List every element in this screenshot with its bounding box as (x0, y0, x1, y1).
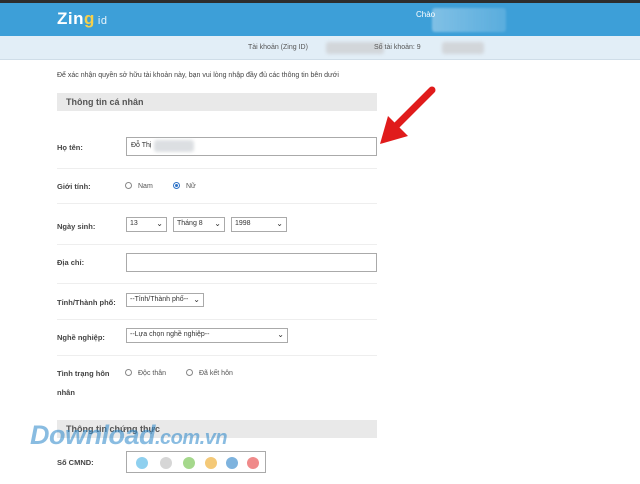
fullname-label: Họ tên: (57, 143, 83, 152)
job-select[interactable]: --Lựa chọn nghề nghiệp-- ⌄ (126, 328, 288, 343)
radio-icon (125, 369, 132, 376)
province-label: Tỉnh/Thành phố: (57, 298, 116, 307)
blurred-account-number (442, 42, 484, 54)
window-edge (0, 0, 640, 3)
job-label: Nghề nghiệp: (57, 333, 105, 342)
logo-id: id (97, 15, 108, 27)
birthday-year-value: 1998 (235, 220, 251, 227)
color-dot (183, 457, 195, 469)
red-arrow-icon (380, 86, 436, 144)
row-divider (57, 203, 377, 204)
zing-id-logo[interactable]: Zing id (57, 9, 107, 29)
row-divider (57, 355, 377, 356)
marital-option-married[interactable]: Đã kết hôn (186, 369, 233, 377)
birthday-label: Ngày sinh: (57, 222, 96, 231)
chevron-down-icon: ⌄ (276, 219, 283, 228)
top-bar: Zing id Chào (0, 0, 640, 36)
fullname-value: Đỗ Thị (131, 142, 152, 149)
marital-label-line1: Tình trạng hôn (57, 369, 110, 378)
section-personal-info: Thông tin cá nhân (57, 93, 377, 111)
color-dot (205, 457, 217, 469)
logo-text: Zin (57, 9, 84, 28)
account-info-bar: Tài khoản (Zing ID) Số tài khoản: 9 (0, 36, 640, 60)
address-label: Địa chỉ: (57, 258, 85, 267)
id-number-input[interactable] (126, 451, 266, 473)
marital-single-text: Độc thân (138, 370, 167, 377)
birthday-day-value: 13 (130, 220, 138, 227)
account-label: Tài khoản (Zing ID) (248, 44, 308, 51)
color-dot (247, 457, 259, 469)
gender-option-nu[interactable]: Nữ (173, 182, 196, 190)
gender-label: Giới tính: (57, 182, 91, 191)
province-value: --Tỉnh/Thành phố-- (130, 296, 189, 303)
watermark-main: Download (30, 420, 156, 450)
color-dot (226, 457, 238, 469)
chevron-down-icon: ⌄ (277, 330, 284, 339)
logo-g: g (84, 9, 95, 28)
province-select[interactable]: --Tỉnh/Thành phố-- ⌄ (126, 293, 204, 307)
blurred-username (432, 8, 506, 32)
address-input[interactable] (126, 253, 377, 272)
job-value: --Lựa chọn nghề nghiệp-- (130, 331, 210, 338)
intro-text: Để xác nhận quyền sở hữu tài khoản này, … (57, 72, 339, 79)
id-number-label: Số CMND: (57, 458, 94, 467)
account-number-label: Số tài khoản: 9 (374, 44, 421, 51)
marital-option-single[interactable]: Độc thân (125, 369, 166, 377)
color-dot (160, 457, 172, 469)
gender-nu-text: Nữ (186, 183, 196, 190)
chevron-down-icon: ⌄ (156, 219, 163, 228)
watermark-domain: .com.vn (155, 427, 228, 449)
row-divider (57, 283, 377, 284)
blurred-fullname (154, 140, 194, 152)
row-divider (57, 319, 377, 320)
chevron-down-icon: ⌄ (193, 295, 200, 304)
radio-checked-icon (173, 182, 180, 189)
marital-married-text: Đã kết hôn (199, 370, 233, 377)
radio-icon (186, 369, 193, 376)
gender-option-nam[interactable]: Nam (125, 182, 153, 190)
radio-icon (125, 182, 132, 189)
birthday-day-select[interactable]: 13 ⌄ (126, 217, 167, 232)
row-divider (57, 168, 377, 169)
birthday-month-value: Tháng 8 (177, 220, 203, 227)
gender-nam-text: Nam (138, 183, 153, 190)
birthday-month-select[interactable]: Tháng 8 ⌄ (173, 217, 225, 232)
birthday-year-select[interactable]: 1998 ⌄ (231, 217, 287, 232)
section-personal-title: Thông tin cá nhân (66, 97, 144, 107)
marital-label-line2: nhân (57, 388, 75, 397)
download-watermark: Download.com.vn (30, 420, 228, 451)
chevron-down-icon: ⌄ (214, 219, 221, 228)
row-divider (57, 244, 377, 245)
color-dot (136, 457, 148, 469)
